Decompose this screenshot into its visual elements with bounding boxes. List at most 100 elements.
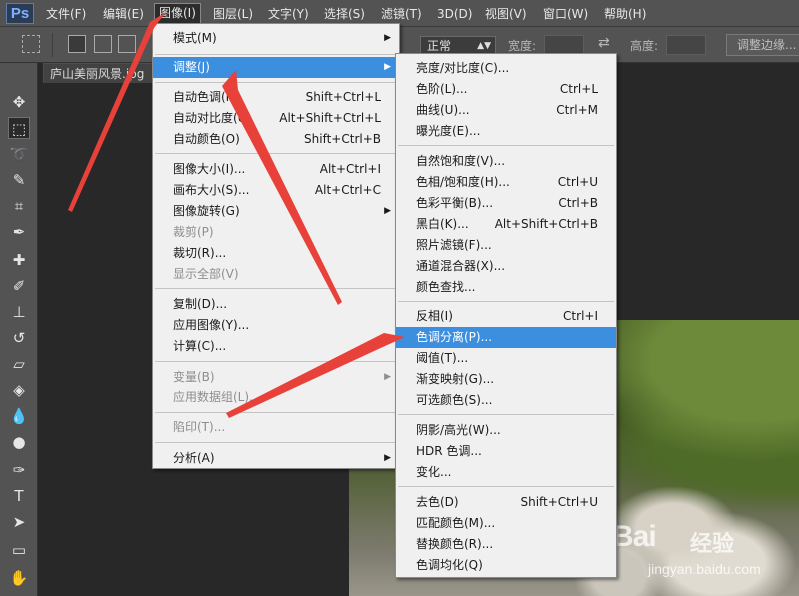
menu-item-image-rotation[interactable]: 图像旋转(G) ▶ xyxy=(153,201,399,222)
menu-item-shadows-highlights[interactable]: 阴影/高光(W)... xyxy=(396,420,616,441)
menu-edit[interactable]: 编辑(E) xyxy=(103,5,144,23)
menu-item-label: 色阶(L)... xyxy=(416,82,468,96)
menu-item-exposure[interactable]: 曝光度(E)... xyxy=(396,121,616,142)
hand-tool-icon[interactable]: ✋ xyxy=(8,567,30,589)
clone-stamp-tool-icon[interactable]: ⊥ xyxy=(8,301,30,323)
swap-icon[interactable]: ⇄ xyxy=(598,35,610,51)
menu-item-equalize[interactable]: 色调均化(Q) xyxy=(396,555,616,576)
menu-item-label: 替换颜色(R)... xyxy=(416,537,494,551)
menu-item-label: 色彩平衡(B)... xyxy=(416,196,494,210)
menu-item-label: 阈值(T)... xyxy=(416,351,469,365)
menu-item-desaturate[interactable]: 去色(D) Shift+Ctrl+U xyxy=(396,492,616,513)
document-tab[interactable]: 庐山美丽风景.jpg xyxy=(43,63,153,83)
type-tool-icon[interactable]: T xyxy=(8,485,30,507)
menu-item-calculations[interactable]: 计算(C)... xyxy=(153,336,399,357)
menu-separator xyxy=(155,82,397,83)
quick-select-tool-icon[interactable]: ✎ xyxy=(8,169,30,191)
menu-item-apply-data-set[interactable]: 应用数据组(L)... xyxy=(153,387,399,408)
menu-item-hdr-toning[interactable]: HDR 色调... xyxy=(396,441,616,462)
menu-item-label: 去色(D) xyxy=(416,495,459,509)
menu-item-label: 黑白(K)... xyxy=(416,217,469,231)
menu-item-black-white[interactable]: 黑白(K)... Alt+Shift+Ctrl+B xyxy=(396,214,616,235)
menu-item-adjustments[interactable]: 调整(J) ▶ xyxy=(153,57,399,78)
eraser-tool-icon[interactable]: ▱ xyxy=(8,353,30,375)
menu-item-image-size[interactable]: 图像大小(I)... Alt+Ctrl+I xyxy=(153,159,399,180)
submenu-arrow-icon: ▶ xyxy=(384,62,391,72)
crop-tool-icon[interactable]: ⌗ xyxy=(8,195,30,217)
menu-help[interactable]: 帮助(H) xyxy=(604,5,646,23)
shortcut-label: Alt+Ctrl+I xyxy=(319,162,381,176)
menu-item-variables[interactable]: 变量(B) ▶ xyxy=(153,367,399,388)
new-selection-icon[interactable] xyxy=(68,35,86,53)
menu-item-posterize[interactable]: 色调分离(P)... xyxy=(396,327,616,348)
menu-item-selective-color[interactable]: 可选颜色(S)... xyxy=(396,390,616,411)
shortcut-label: Alt+Ctrl+C xyxy=(314,183,381,197)
width-input[interactable] xyxy=(544,35,584,55)
menu-item-label: 自动对比度(U) xyxy=(173,111,252,125)
height-input[interactable] xyxy=(666,35,706,55)
refine-edge-button[interactable]: 调整边缘... xyxy=(726,34,799,56)
menu-item-label: 裁剪(P) xyxy=(173,225,214,239)
menu-item-replace-color[interactable]: 替换颜色(R)... xyxy=(396,534,616,555)
menu-item-trap[interactable]: 陷印(T)... xyxy=(153,417,399,438)
healing-brush-tool-icon[interactable]: ✚ xyxy=(8,249,30,271)
menu-filter[interactable]: 滤镜(T) xyxy=(381,5,422,23)
menu-item-auto-tone[interactable]: 自动色调(N) Shift+Ctrl+L xyxy=(153,87,399,108)
lasso-tool-icon[interactable]: ➰ xyxy=(8,143,30,165)
path-select-tool-icon[interactable]: ➤ xyxy=(8,511,30,533)
menu-item-duplicate[interactable]: 复制(D)... xyxy=(153,294,399,315)
menu-item-gradient-map[interactable]: 渐变映射(G)... xyxy=(396,369,616,390)
menu-file[interactable]: 文件(F) xyxy=(46,5,86,23)
menu-item-levels[interactable]: 色阶(L)... Ctrl+L xyxy=(396,79,616,100)
menu-separator xyxy=(398,486,614,487)
menu-item-channel-mixer[interactable]: 通道混合器(X)... xyxy=(396,256,616,277)
menu-item-color-balance[interactable]: 色彩平衡(B)... Ctrl+B xyxy=(396,193,616,214)
menu-item-trim[interactable]: 裁切(R)... xyxy=(153,243,399,264)
history-brush-tool-icon[interactable]: ↺ xyxy=(8,327,30,349)
menu-window[interactable]: 窗口(W) xyxy=(543,5,588,23)
menu-select[interactable]: 选择(S) xyxy=(324,5,365,23)
blur-tool-icon[interactable]: 💧 xyxy=(8,405,30,427)
menu-image[interactable]: 图像(I) xyxy=(154,3,201,24)
menu-item-apply-image[interactable]: 应用图像(Y)... xyxy=(153,315,399,336)
menu-item-canvas-size[interactable]: 画布大小(S)... Alt+Ctrl+C xyxy=(153,180,399,201)
menu-item-label: 色相/饱和度(H)... xyxy=(416,175,510,189)
menu-item-threshold[interactable]: 阈值(T)... xyxy=(396,348,616,369)
menu-item-vibrance[interactable]: 自然饱和度(V)... xyxy=(396,151,616,172)
menu-item-label: 计算(C)... xyxy=(173,339,227,353)
menu-item-crop[interactable]: 裁剪(P) xyxy=(153,222,399,243)
pen-tool-icon[interactable]: ✑ xyxy=(8,459,30,481)
menu-item-auto-color[interactable]: 自动颜色(O) Shift+Ctrl+B xyxy=(153,129,399,150)
menu-item-hue-saturation[interactable]: 色相/饱和度(H)... Ctrl+U xyxy=(396,172,616,193)
brush-tool-icon[interactable]: ✐ xyxy=(8,275,30,297)
menu-item-invert[interactable]: 反相(I) Ctrl+I xyxy=(396,306,616,327)
menu-item-curves[interactable]: 曲线(U)... Ctrl+M xyxy=(396,100,616,121)
menu-item-variations[interactable]: 变化... xyxy=(396,462,616,483)
menu-3d[interactable]: 3D(D) xyxy=(437,5,472,23)
add-selection-icon[interactable] xyxy=(94,35,112,53)
marquee-preset-icon[interactable] xyxy=(22,35,40,53)
paint-bucket-tool-icon[interactable]: ◈ xyxy=(8,379,30,401)
menu-item-label: 曝光度(E)... xyxy=(416,124,481,138)
menu-item-mode[interactable]: 模式(M) ▶ xyxy=(153,28,399,49)
move-tool-icon[interactable]: ✥ xyxy=(8,91,30,113)
menu-type[interactable]: 文字(Y) xyxy=(268,5,309,23)
menu-item-color-lookup[interactable]: 颜色查找... xyxy=(396,277,616,298)
menu-item-match-color[interactable]: 匹配颜色(M)... xyxy=(396,513,616,534)
marquee-tool-icon[interactable]: ⬚ xyxy=(8,117,30,139)
menu-layer[interactable]: 图层(L) xyxy=(213,5,253,23)
rectangle-tool-icon[interactable]: ▭ xyxy=(8,539,30,561)
menu-view[interactable]: 视图(V) xyxy=(485,5,527,23)
menu-item-brightness-contrast[interactable]: 亮度/对比度(C)... xyxy=(396,58,616,79)
menu-item-auto-contrast[interactable]: 自动对比度(U) Alt+Shift+Ctrl+L xyxy=(153,108,399,129)
dodge-tool-icon[interactable]: ● xyxy=(8,431,30,453)
submenu-arrow-icon: ▶ xyxy=(384,453,391,463)
menu-item-photo-filter[interactable]: 照片滤镜(F)... xyxy=(396,235,616,256)
eyedropper-tool-icon[interactable]: ✒ xyxy=(8,221,30,243)
shortcut-label: Ctrl+M xyxy=(556,103,598,117)
menu-item-reveal-all[interactable]: 显示全部(V) xyxy=(153,264,399,285)
subtract-selection-icon[interactable] xyxy=(118,35,136,53)
menu-item-label: 渐变映射(G)... xyxy=(416,372,495,386)
menu-item-label: 可选颜色(S)... xyxy=(416,393,493,407)
menu-item-analysis[interactable]: 分析(A) ▶ xyxy=(153,448,399,469)
